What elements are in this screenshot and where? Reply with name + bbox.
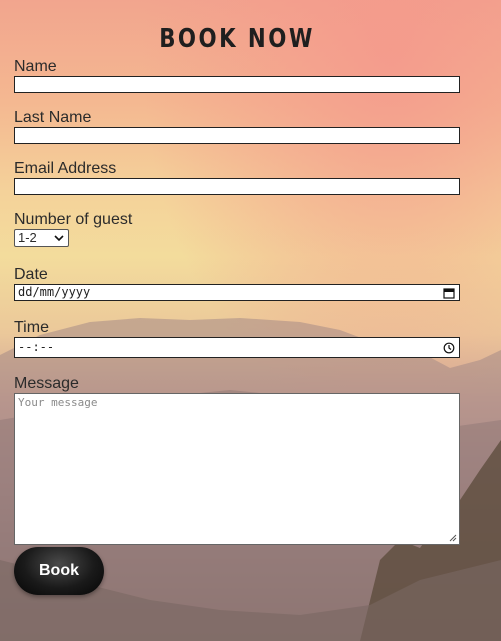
clock-icon[interactable] (443, 342, 455, 354)
date-field[interactable]: dd/mm/yyyy (14, 284, 460, 301)
date-placeholder: dd/mm/yyyy (18, 285, 91, 299)
book-button[interactable]: Book (14, 547, 104, 595)
time-label: Time (14, 319, 49, 336)
message-label: Message (14, 375, 79, 392)
resize-handle-icon[interactable] (448, 533, 457, 542)
chevron-down-icon (54, 235, 64, 242)
date-label: Date (14, 266, 48, 283)
name-field[interactable] (14, 76, 460, 93)
message-field[interactable]: Your message (14, 393, 460, 545)
email-label: Email Address (14, 160, 117, 177)
guests-label: Number of guest (14, 211, 133, 228)
guests-select[interactable]: 1-2 (14, 229, 69, 247)
last-name-label: Last Name (14, 109, 92, 126)
name-label: Name (14, 58, 57, 75)
time-field[interactable]: --:-- (14, 337, 460, 358)
calendar-icon[interactable] (443, 287, 455, 299)
page-title: BOOK NOW (159, 24, 315, 54)
message-placeholder: Your message (18, 396, 98, 409)
email-field[interactable] (14, 178, 460, 195)
last-name-field[interactable] (14, 127, 460, 144)
time-placeholder: --:-- (18, 340, 55, 354)
guests-select-value: 1-2 (18, 230, 37, 245)
